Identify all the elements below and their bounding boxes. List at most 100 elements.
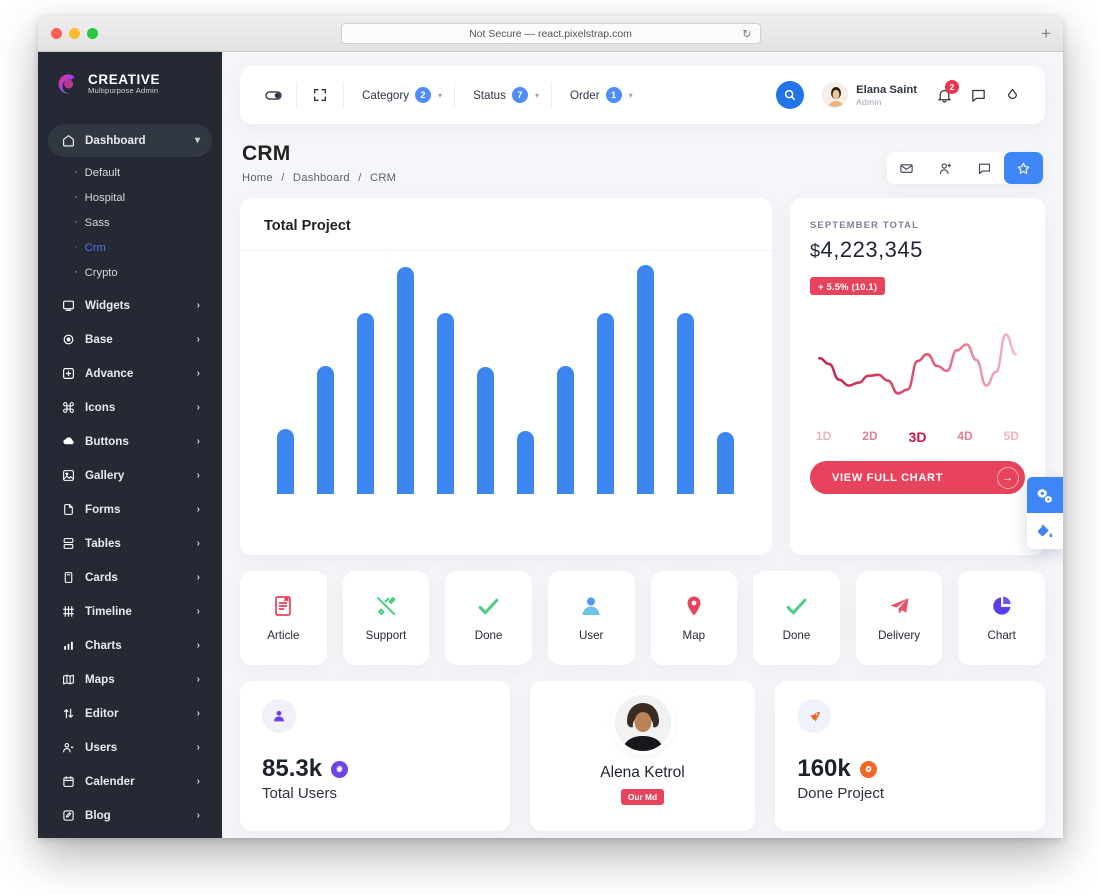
reload-icon[interactable]: ↻ — [742, 27, 751, 40]
sidebar-item-timeline[interactable]: Timeline › — [48, 595, 212, 628]
bar-chart-bar[interactable] — [397, 266, 415, 494]
total-users-value: 85.3k — [262, 755, 323, 782]
icon-card-label: Support — [365, 629, 407, 643]
brand-logo-block[interactable]: CREATIVE Multipurpose Admin — [38, 52, 222, 116]
fullscreen-icon[interactable] — [303, 78, 337, 112]
envelope-button[interactable] — [887, 152, 926, 184]
icon-card-done-2[interactable]: Done — [753, 571, 840, 665]
new-tab-button[interactable]: + — [1041, 25, 1051, 42]
chevron-down-icon: ▾ — [628, 90, 633, 100]
filter-category[interactable]: Category 2 ▾ — [362, 87, 442, 103]
icon-card-chart[interactable]: Chart — [958, 571, 1045, 665]
user-profile-menu[interactable]: Elana Saint Admin — [822, 82, 917, 108]
messages-button[interactable] — [961, 78, 995, 112]
bar-chart-bar[interactable] — [517, 430, 535, 494]
gear-icon[interactable] — [859, 760, 877, 778]
breadcrumb-home[interactable]: Home — [242, 172, 273, 184]
bullet-icon: · — [74, 166, 78, 178]
chat-button[interactable] — [965, 152, 1004, 184]
bar-chart-bar[interactable] — [557, 366, 575, 494]
sidebar-item-label: Blog — [85, 809, 111, 822]
icon-card-support[interactable]: Support — [342, 571, 430, 665]
sidebar-item-widgets[interactable]: Widgets › — [48, 289, 212, 322]
submenu-item-crm[interactable]: · Crm — [48, 235, 212, 260]
filter-label: Category — [362, 88, 410, 102]
filter-count-badge: 7 — [511, 87, 528, 103]
icon-card-article[interactable]: Article — [240, 571, 327, 665]
sidebar-item-calender[interactable]: Calender › — [48, 765, 212, 798]
maximize-window-button[interactable] — [87, 28, 98, 39]
filter-order[interactable]: Order 1 ▾ — [570, 87, 633, 103]
sidebar-item-blog[interactable]: Blog › — [48, 799, 212, 832]
sidebar-item-users[interactable]: Users › — [48, 731, 212, 764]
submenu-item-label: Hospital — [84, 191, 126, 204]
bar-chart-bar[interactable] — [357, 312, 375, 494]
toggle-switch-icon[interactable] — [256, 78, 290, 112]
total-users-value-row: 85.3k — [262, 755, 488, 783]
sidebar-item-forms[interactable]: Forms › — [48, 493, 212, 526]
sidebar-item-buttons[interactable]: Buttons › — [48, 425, 212, 458]
address-bar[interactable]: Not Secure — react.pixelstrap.com ↻ — [340, 23, 761, 44]
search-button[interactable] — [776, 81, 805, 109]
submenu-item-default[interactable]: · Default — [48, 160, 212, 185]
bar-chart-bar[interactable] — [597, 312, 615, 494]
notifications-button[interactable]: 2 — [927, 78, 961, 112]
gear-icon[interactable] — [331, 760, 349, 778]
day-tab-2d[interactable]: 2D — [862, 429, 877, 445]
breadcrumb-dashboard[interactable]: Dashboard — [293, 172, 350, 184]
bar-chart-bar[interactable] — [317, 366, 335, 494]
sidebar-item-icons[interactable]: Icons › — [48, 391, 212, 424]
sidebar-item-advance[interactable]: Advance › — [48, 357, 212, 390]
bar-chart-bar[interactable] — [677, 312, 695, 494]
toolbar-divider — [343, 82, 344, 108]
check-icon — [784, 593, 809, 619]
close-window-button[interactable] — [51, 28, 62, 39]
submenu-item-crypto[interactable]: · Crypto — [48, 260, 212, 285]
sidebar-item-dashboard[interactable]: Dashboard ▾ — [48, 124, 212, 157]
pie-chart-icon — [990, 593, 1014, 619]
icon-card-done-1[interactable]: Done — [445, 571, 532, 665]
submenu-item-sass[interactable]: · Sass — [48, 210, 212, 235]
bar-chart-bar[interactable] — [477, 367, 495, 494]
user-name: Elana Saint — [856, 83, 917, 96]
bar-chart-bar[interactable] — [717, 431, 735, 494]
submenu-item-hospital[interactable]: · Hospital — [48, 185, 212, 210]
bar-chart-bar[interactable] — [637, 264, 655, 494]
chevron-right-icon: › — [196, 537, 200, 549]
icon-card-map[interactable]: Map — [650, 571, 738, 665]
sidebar-item-label: Buttons — [85, 435, 129, 448]
sidebar-item-maps[interactable]: Maps › — [48, 663, 212, 696]
app-viewport: CREATIVE Multipurpose Admin Dashboard ▾ … — [38, 52, 1063, 838]
sidebar-item-tables[interactable]: Tables › — [48, 527, 212, 560]
done-project-caption: Done Project — [797, 785, 885, 802]
day-tab-4d[interactable]: 4D — [957, 429, 972, 445]
chevron-right-icon: › — [196, 707, 200, 719]
browser-window: Not Secure — react.pixelstrap.com ↻ + CR… — [38, 16, 1063, 838]
sidebar-item-email-app[interactable]: Email App — [48, 833, 212, 838]
minimize-window-button[interactable] — [69, 28, 80, 39]
day-tab-3d[interactable]: 3D — [909, 429, 927, 445]
sidebar-item-gallery[interactable]: Gallery › — [48, 459, 212, 492]
theme-droplet-button[interactable] — [995, 78, 1029, 112]
sidebar-item-cards[interactable]: Cards › — [48, 561, 212, 594]
add-user-button[interactable] — [926, 152, 965, 184]
total-project-card: Total Project — [240, 198, 772, 555]
customizer-paint-button[interactable] — [1027, 513, 1063, 549]
done-project-value: 160k — [797, 755, 851, 782]
sidebar-item-editor[interactable]: Editor › — [48, 697, 212, 730]
bar-chart-bar[interactable] — [437, 312, 455, 494]
calendar-icon — [60, 774, 76, 790]
customizer-settings-button[interactable] — [1027, 477, 1063, 513]
sidebar-item-base[interactable]: Base › — [48, 323, 212, 356]
day-tab-1d[interactable]: 1D — [816, 429, 831, 445]
sidebar-item-charts[interactable]: Charts › — [48, 629, 212, 662]
view-full-chart-button[interactable]: VIEW FULL CHART → — [810, 461, 1025, 494]
icon-card-delivery[interactable]: Delivery — [855, 571, 943, 665]
tools-icon — [374, 593, 398, 619]
bar-chart-bar[interactable] — [277, 428, 295, 494]
day-tab-5d[interactable]: 5D — [1004, 429, 1019, 445]
star-button[interactable] — [1004, 152, 1043, 184]
window-traffic-lights[interactable] — [51, 28, 98, 39]
icon-card-user[interactable]: User — [547, 571, 635, 665]
filter-status[interactable]: Status 7 ▾ — [473, 87, 539, 103]
